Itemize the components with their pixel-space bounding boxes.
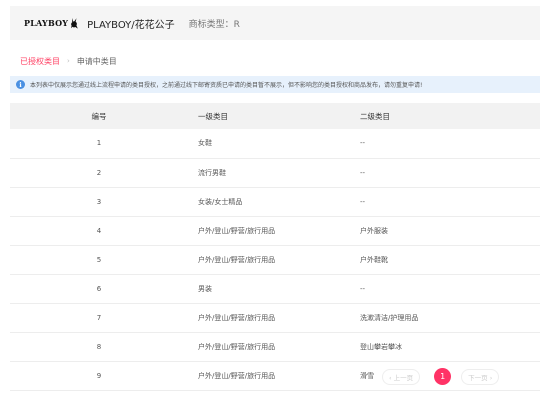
table-row: 8 户外/登山/野营/旅行用品 登山攀岩攀冰 (10, 332, 540, 362)
cell-primary-category: 户外/登山/野营/旅行用品 (188, 332, 356, 362)
cell-number: 1 (10, 129, 188, 159)
cell-number: 5 (10, 245, 188, 275)
pagination: ‹ 上一页 1 下一页 › (382, 368, 500, 385)
tab-authorized[interactable]: 已授权类目 (20, 56, 60, 67)
cell-primary-category: 户外/登山/野营/旅行用品 (188, 245, 356, 275)
current-page-button[interactable]: 1 (434, 368, 452, 385)
logo-text: PLAYBOY (24, 18, 69, 28)
table-row: 6 男装 -- (10, 274, 540, 304)
prev-page-button[interactable]: ‹ 上一页 (382, 368, 421, 385)
cell-number: 9 (10, 361, 188, 391)
breadcrumb-tabs: 已授权类目 › 申请中类目 (20, 54, 117, 68)
column-header-number: 编号 (10, 103, 188, 129)
table-row: 2 流行男鞋 -- (10, 158, 540, 188)
cell-primary-category: 女鞋 (188, 129, 356, 159)
cell-secondary-category: 户外鞋靴 (356, 245, 540, 275)
notice-text: 本列表中仅展示您通过线上流程申请的类目授权，之前通过线下邮寄资质已申请的类目暂不… (30, 82, 423, 89)
table-row: 4 户外/登山/野营/旅行用品 户外服装 (10, 216, 540, 246)
next-page-button[interactable]: 下一页 › (461, 368, 500, 385)
cell-primary-category: 女装/女士精品 (188, 187, 356, 217)
table-row: 7 户外/登山/野营/旅行用品 洗漱清洁/护理用品 (10, 303, 540, 333)
tab-separator: › (67, 57, 70, 65)
cell-number: 4 (10, 216, 188, 246)
cell-primary-category: 男装 (188, 274, 356, 304)
cell-number: 3 (10, 187, 188, 217)
cell-primary-category: 流行男鞋 (188, 158, 356, 188)
column-header-primary: 一级类目 (188, 103, 356, 129)
cell-number: 8 (10, 332, 188, 362)
cell-secondary-category: 登山攀岩攀冰 (356, 332, 540, 362)
cell-secondary-category: -- (356, 129, 540, 159)
table-row: 1 女鞋 -- (10, 129, 540, 159)
cell-number: 2 (10, 158, 188, 188)
table-header-row: 编号 一级类目 二级类目 (10, 103, 540, 129)
table-row: 5 户外/登山/野营/旅行用品 户外鞋靴 (10, 245, 540, 275)
category-table: 编号 一级类目 二级类目 1 女鞋 -- 2 流行男鞋 -- 3 女装/女士精品… (10, 103, 540, 391)
cell-number: 7 (10, 303, 188, 333)
cell-primary-category: 户外/登山/野营/旅行用品 (188, 216, 356, 246)
cell-secondary-category: -- (356, 187, 540, 217)
tab-applying[interactable]: 申请中类目 (77, 56, 117, 67)
brand-header: PLAYBOY PLAYBOY/花花公子 商标类型：R (10, 6, 540, 40)
cell-secondary-category: -- (356, 158, 540, 188)
info-icon: i (16, 80, 25, 89)
cell-secondary-category: 户外服装 (356, 216, 540, 246)
trademark-type: 商标类型：R (188, 19, 240, 30)
brand-logo: PLAYBOY (24, 17, 79, 29)
bunny-icon (71, 17, 78, 29)
cell-primary-category: 户外/登山/野营/旅行用品 (188, 361, 356, 391)
cell-number: 6 (10, 274, 188, 304)
cell-primary-category: 户外/登山/野营/旅行用品 (188, 303, 356, 333)
column-header-secondary: 二级类目 (356, 103, 540, 129)
notice-bar: i 本列表中仅展示您通过线上流程申请的类目授权，之前通过线下邮寄资质已申请的类目… (10, 76, 540, 93)
cell-secondary-category: 洗漱清洁/护理用品 (356, 303, 540, 333)
table-row: 3 女装/女士精品 -- (10, 187, 540, 217)
cell-secondary-category: -- (356, 274, 540, 304)
brand-name: PLAYBOY/花花公子 (87, 19, 175, 31)
